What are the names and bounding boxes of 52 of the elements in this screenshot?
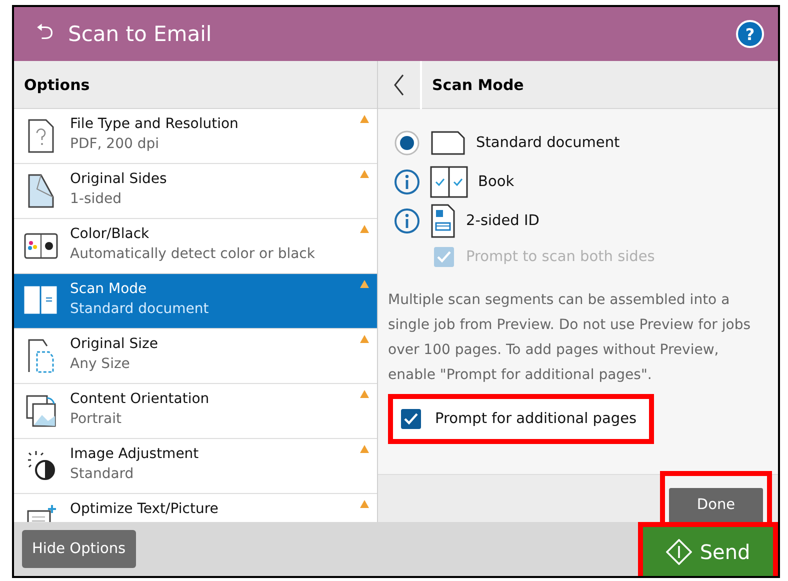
info-text: Multiple scan segments can be assembled into a single job from Preview. Do not use Preview for jobs over 100 pages. To add pages without Preview, enable "Prompt for additional pages". [388,291,752,385]
warning-icon [360,500,369,508]
warning-icon [360,115,369,123]
option-title: File Type and Resolution [70,116,238,132]
id-card-icon [430,202,456,238]
window-title: Scan to Email [68,22,213,46]
checkbox-label: Prompt for additional pages [435,411,637,427]
option-value: Any Size [70,356,131,372]
options-title: Options [23,76,90,94]
info-icon[interactable] [394,208,420,234]
send-button[interactable]: Send [638,522,778,576]
option-title: Original Sides [70,171,167,187]
radio-button[interactable] [394,130,420,156]
help-button[interactable]: ? [736,20,764,48]
warning-icon [360,390,369,398]
option-value: Portrait [70,411,122,427]
option-value: 1-sided [70,191,123,207]
option-title: Original Size [70,336,158,352]
option-title: Scan Mode [70,281,148,297]
option-value: Automatically detect color or black [70,246,315,262]
color-mode-icon [24,233,58,259]
rotate-image-icon [25,393,57,429]
checkbox[interactable] [401,409,421,429]
chevron-left-icon [393,74,405,96]
warning-icon [360,445,369,453]
option-value: Standard document [70,301,209,317]
option-title: Image Adjustment [70,446,199,462]
book-check-icon [430,166,468,198]
info-icon[interactable] [394,168,420,194]
done-button[interactable]: Done [669,488,763,522]
check-icon [437,251,451,263]
mode-label[interactable]: Book [478,174,514,190]
page-icon [430,130,466,156]
start-diamond-icon [666,538,692,564]
option-item[interactable]: Scan Mode Standard document [14,274,377,329]
warning-icon [360,335,369,343]
option-value: PDF, 200 dpi [70,136,160,152]
hide-options-button[interactable]: Hide Options [22,530,136,568]
warning-icon [360,170,369,178]
option-title: Optimize Text/Picture [70,501,218,517]
option-title: Color/Black [70,226,150,242]
book-icon [24,286,58,316]
warning-icon [360,280,369,288]
mode-label[interactable]: 2-sided ID [466,212,540,228]
check-icon [404,413,418,425]
warning-icon [360,225,369,233]
mode-label[interactable]: Standard document [476,134,620,150]
detail-title: Scan Mode [431,76,524,94]
option-value: Standard [70,466,135,482]
checkbox-label: Prompt to scan both sides [466,249,655,265]
option-title: Content Orientation [70,391,210,407]
back-icon[interactable]: ⮌ [36,15,54,53]
